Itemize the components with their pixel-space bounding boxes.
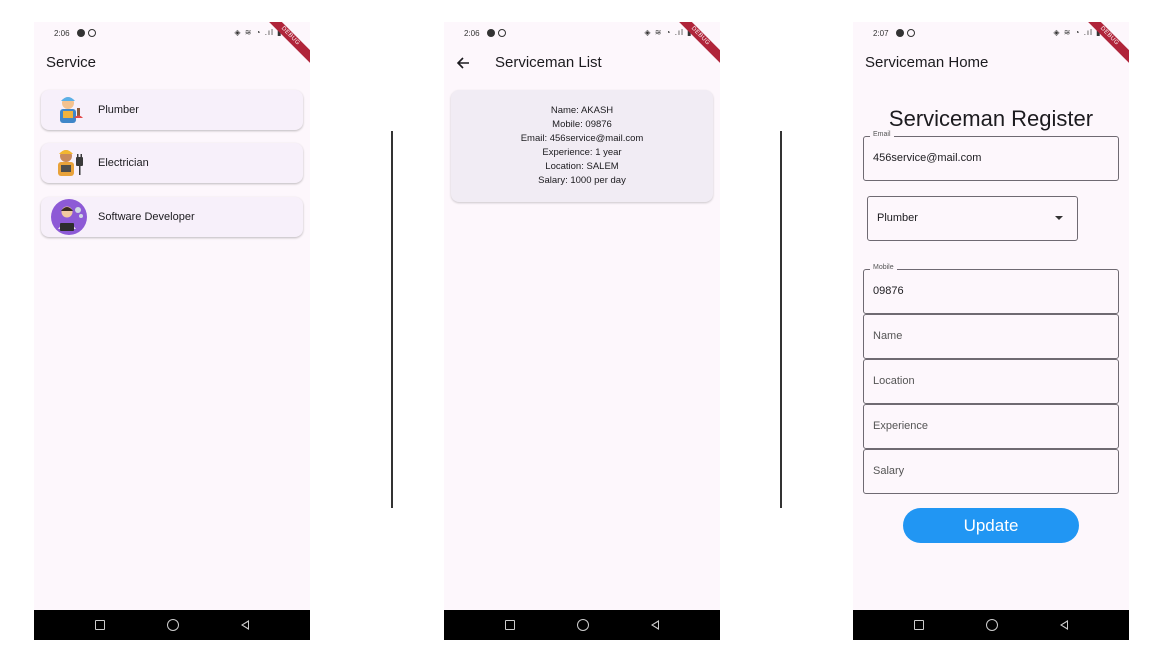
debug-banner: DEBUG: [670, 22, 720, 72]
serviceman-location: Location: SALEM: [545, 161, 619, 172]
location-hint: Location: [873, 375, 915, 387]
page-title: Serviceman List: [495, 54, 602, 71]
serviceman-experience: Experience: 1 year: [542, 147, 622, 158]
location-field[interactable]: Location: [863, 359, 1119, 404]
recents-icon[interactable]: [505, 620, 515, 630]
recents-icon[interactable]: [914, 620, 924, 630]
electrician-icon: [51, 145, 87, 181]
salary-field[interactable]: Salary: [863, 449, 1119, 494]
notification-icon: [498, 29, 506, 37]
service-selected: Plumber: [877, 212, 918, 224]
home-icon[interactable]: [986, 619, 998, 631]
status-time: 2:07: [873, 29, 889, 38]
mobile-value: 09876: [873, 285, 904, 297]
service-label: Plumber: [98, 104, 139, 116]
divider: [780, 131, 782, 508]
home-icon[interactable]: [167, 619, 179, 631]
serviceman-salary: Salary: 1000 per day: [538, 175, 626, 186]
serviceman-email: Email: 456service@mail.com: [520, 133, 644, 144]
service-label: Software Developer: [98, 211, 195, 223]
system-nav-bar: [444, 610, 720, 640]
page-title: Serviceman Home: [865, 54, 989, 71]
update-button[interactable]: Update: [903, 508, 1079, 543]
home-icon[interactable]: [577, 619, 589, 631]
divider: [391, 131, 393, 508]
register-heading: Serviceman Register: [888, 106, 1094, 131]
service-dropdown[interactable]: Plumber: [867, 196, 1078, 241]
plumber-icon: [51, 92, 87, 128]
recents-icon[interactable]: [95, 620, 105, 630]
email-field[interactable]: Email 456service@mail.com: [863, 131, 1119, 181]
developer-icon: [51, 199, 87, 235]
notification-icon: [487, 29, 495, 37]
service-label: Electrician: [98, 157, 149, 169]
experience-field[interactable]: Experience: [863, 404, 1119, 449]
status-time: 2:06: [464, 29, 480, 38]
mobile-label: Mobile: [870, 264, 897, 271]
notification-icon: [77, 29, 85, 37]
debug-banner: DEBUG: [260, 22, 310, 72]
email-label: Email: [870, 131, 894, 138]
email-value: 456service@mail.com: [873, 152, 982, 164]
page-title: Service: [46, 54, 97, 71]
service-item-software-developer[interactable]: Software Developer: [41, 197, 303, 237]
notification-icon: [907, 29, 915, 37]
serviceman-name: Name: AKASH: [550, 105, 614, 116]
experience-hint: Experience: [873, 420, 929, 432]
mobile-field[interactable]: Mobile 09876: [863, 264, 1119, 314]
serviceman-mobile: Mobile: 09876: [552, 119, 612, 130]
notification-icon: [88, 29, 96, 37]
service-screen: 2:06 ◈ ≋ ◔ .ıl ▮6 DEBUG Service Plumber: [34, 22, 310, 640]
back-nav-icon[interactable]: [651, 620, 659, 630]
arrow-back-icon[interactable]: [456, 56, 470, 75]
name-hint: Name: [873, 330, 903, 342]
system-nav-bar: [34, 610, 310, 640]
debug-banner: DEBUG: [1079, 22, 1129, 72]
status-time: 2:06: [54, 29, 70, 38]
serviceman-home-screen: 2:07 ◈ ≋ ◔ .ıl ▮6 DEBUG Serviceman Home …: [853, 22, 1129, 640]
serviceman-list-screen: 2:06 ◈ ≋ ◔ .ıl ▮6 DEBUG Serviceman List …: [444, 22, 720, 640]
salary-hint: Salary: [873, 465, 905, 477]
back-nav-icon[interactable]: [241, 620, 249, 630]
service-item-electrician[interactable]: Electrician: [41, 143, 303, 183]
dropdown-arrow-icon: [1055, 216, 1063, 220]
notification-icon: [896, 29, 904, 37]
back-nav-icon[interactable]: [1060, 620, 1068, 630]
serviceman-card[interactable]: Name: AKASH Mobile: 09876 Email: 456serv…: [451, 90, 713, 202]
service-item-plumber[interactable]: Plumber: [41, 90, 303, 130]
name-field[interactable]: Name: [863, 314, 1119, 359]
system-nav-bar: [853, 610, 1129, 640]
